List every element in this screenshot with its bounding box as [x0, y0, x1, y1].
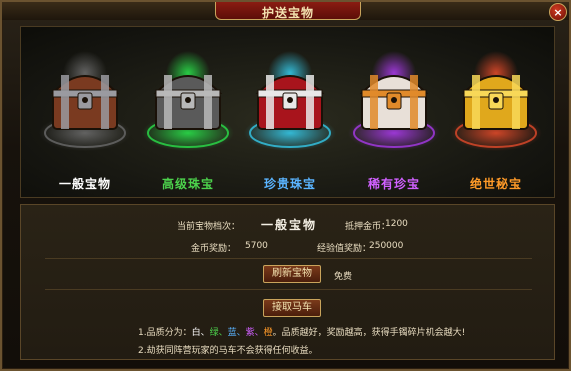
- hijack-note: 2.劫获同阵营玩家的马车不会获得任何收益。: [138, 346, 318, 356]
- current-grade-value: 一般宝物: [261, 218, 318, 232]
- treasure-chest-icon: [142, 51, 234, 151]
- quality-white: 白、: [191, 328, 210, 338]
- window-title: 护送宝物: [261, 6, 314, 20]
- quality-purple: 紫、: [245, 328, 264, 338]
- chest-selection-panel: 一般宝物 高级珠宝 珍贵珠宝 稀有珍宝 绝世秘宝: [20, 26, 555, 198]
- divider: [45, 258, 532, 259]
- deposit-value: 1200: [385, 219, 408, 229]
- current-grade-label: 当前宝物档次：: [177, 222, 241, 232]
- treasure-chest-icon: [450, 51, 542, 151]
- quality-green: 绿、: [209, 328, 228, 338]
- chest-name-label: 高级珠宝: [161, 177, 214, 191]
- treasure-chest-3[interactable]: 珍贵珠宝: [240, 33, 340, 195]
- close-button[interactable]: ×: [549, 3, 567, 21]
- exp-reward-label: 经验值奖励：: [317, 244, 372, 254]
- refresh-treasure-button[interactable]: 刷新宝物: [263, 265, 321, 283]
- title-plaque: 护送宝物: [215, 2, 361, 20]
- divider: [45, 289, 532, 290]
- exp-reward-value: 250000: [369, 241, 404, 251]
- quality-blue: 蓝、: [227, 328, 246, 338]
- free-label: 免费: [334, 272, 353, 282]
- treasure-chest-icon: [348, 51, 440, 151]
- treasure-chest-icon: [39, 51, 131, 151]
- escort-treasure-window: 护送宝物 × 一般宝物 高级珠宝 珍贵珠宝 稀有珍宝 绝世秘宝 当前宝物档次： …: [0, 0, 571, 371]
- accept-carriage-button[interactable]: 接取马车: [263, 299, 321, 317]
- note-prefix: 1.品质分为：: [138, 328, 192, 338]
- gold-reward-label: 金币奖励：: [191, 244, 237, 254]
- close-icon: ×: [553, 5, 563, 19]
- chest-name-label: 珍贵珠宝: [263, 177, 316, 191]
- treasure-chest-2[interactable]: 高级珠宝: [138, 33, 238, 195]
- info-panel: 当前宝物档次： 一般宝物 抵押金币： 1200 金币奖励： 5700 经验值奖励…: [20, 204, 555, 360]
- gold-reward-value: 5700: [245, 241, 268, 251]
- deposit-label: 抵押金币：: [345, 222, 391, 232]
- treasure-chest-5[interactable]: 绝世秘宝: [446, 33, 546, 195]
- quality-note: 1.品质分为：白、绿、蓝、紫、橙。品质越好，奖励越高，获得手镯碎片机会越大!: [138, 325, 465, 338]
- chest-name-label: 绝世秘宝: [469, 177, 522, 191]
- chest-name-label: 一般宝物: [58, 177, 111, 191]
- quality-orange: 橙: [263, 328, 273, 338]
- chest-name-label: 稀有珍宝: [367, 177, 420, 191]
- treasure-chest-icon: [244, 51, 336, 151]
- treasure-chest-1[interactable]: 一般宝物: [35, 33, 135, 195]
- treasure-chest-4[interactable]: 稀有珍宝: [344, 33, 444, 195]
- note-suffix: 。品质越好，奖励越高，获得手镯碎片机会越大!: [272, 328, 466, 338]
